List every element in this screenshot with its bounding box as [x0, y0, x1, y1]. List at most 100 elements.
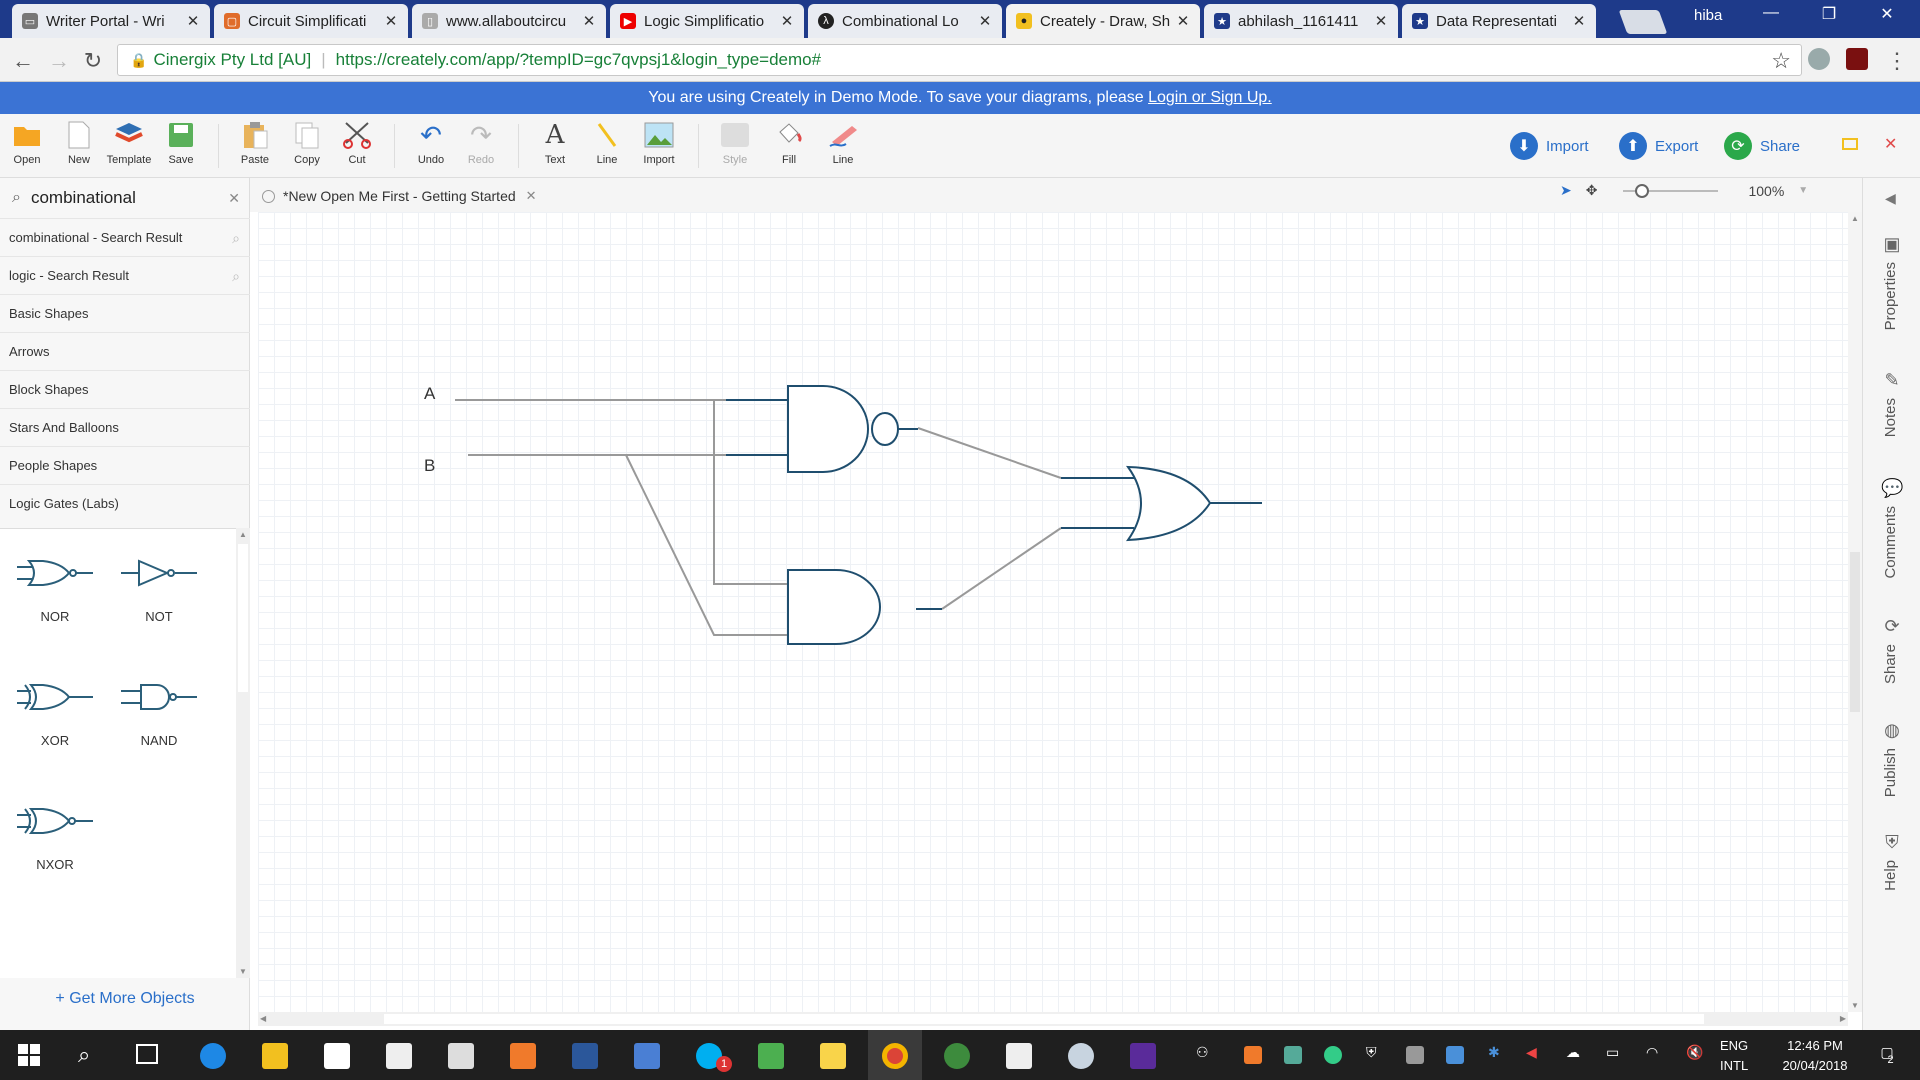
save-button[interactable]: Save: [158, 120, 204, 166]
chrome-icon[interactable]: [882, 1043, 908, 1069]
import-button[interactable]: ⬇ Import: [1510, 132, 1589, 160]
paste-button[interactable]: Paste: [232, 120, 278, 166]
browser-tab[interactable]: ▢ Circuit Simplificati ✕: [214, 4, 408, 38]
new-button[interactable]: New: [56, 120, 102, 166]
browser-tab[interactable]: ▭ Writer Portal - Wri ✕: [12, 4, 210, 38]
palette-scroll-thumb[interactable]: [238, 544, 248, 692]
library-item-basic-shapes[interactable]: Basic Shapes: [0, 294, 250, 332]
close-icon[interactable]: ✕: [978, 12, 992, 30]
export-button[interactable]: ⬆ Export: [1619, 132, 1698, 160]
chevron-down-icon[interactable]: ▼: [1798, 185, 1808, 196]
reload-icon[interactable]: ↻: [78, 48, 108, 74]
browser-tab[interactable]: λ Combinational Lo ✕: [808, 4, 1002, 38]
collapse-rail-icon[interactable]: ◀: [1885, 190, 1896, 207]
new-tab-button[interactable]: [1618, 10, 1668, 34]
wifi-icon[interactable]: ◠: [1646, 1044, 1658, 1061]
mail-icon[interactable]: [386, 1043, 412, 1069]
restore-icon[interactable]: ❐: [1804, 4, 1854, 24]
fill-button[interactable]: Fill: [766, 120, 812, 166]
browser-tab-active[interactable]: ● Creately - Draw, Sh ✕: [1006, 4, 1200, 38]
close-icon[interactable]: ✕: [1176, 12, 1190, 30]
library-item-logic-gates[interactable]: Logic Gates (Labs): [0, 484, 250, 522]
search-icon[interactable]: ⌕: [78, 1042, 90, 1068]
not-gate-shape[interactable]: NOT: [114, 555, 204, 624]
undo-button[interactable]: ↶ Undo: [408, 120, 454, 167]
zoom-level[interactable]: 100%: [1748, 183, 1784, 199]
close-icon[interactable]: ✕: [384, 12, 398, 30]
share-button[interactable]: ⟳ Share: [1724, 132, 1800, 160]
action-center-icon[interactable]: ▢2: [1870, 1044, 1910, 1066]
import-image-button[interactable]: Import: [636, 120, 682, 166]
cut-button[interactable]: Cut: [334, 120, 380, 166]
store-icon[interactable]: [324, 1043, 350, 1069]
minimize-icon[interactable]: —: [1746, 4, 1796, 22]
remote-desktop-icon[interactable]: [634, 1043, 660, 1069]
library-item-block-shapes[interactable]: Block Shapes: [0, 370, 250, 408]
globe-app-icon[interactable]: [944, 1043, 970, 1069]
close-icon[interactable]: ✕: [1572, 12, 1586, 30]
tray-app-icon[interactable]: [1324, 1046, 1342, 1064]
nxor-gate-shape[interactable]: NXOR: [10, 803, 100, 872]
sticky-notes-icon[interactable]: [448, 1043, 474, 1069]
extension-icon[interactable]: [1808, 48, 1830, 70]
style-button[interactable]: Style: [712, 120, 758, 166]
tray-app-icon[interactable]: [1446, 1046, 1464, 1064]
browser-tab[interactable]: ★ abhilash_1161411 ✕: [1204, 4, 1398, 38]
tray-alert-icon[interactable]: ◀: [1526, 1044, 1537, 1061]
scroll-left-icon[interactable]: ◀: [260, 1014, 266, 1023]
close-icon[interactable]: ✕: [1374, 12, 1388, 30]
forward-icon[interactable]: →: [44, 48, 74, 74]
xampp-icon[interactable]: [510, 1043, 536, 1069]
defender-icon[interactable]: ⛨: [1366, 1044, 1377, 1061]
tray-app-icon[interactable]: [1406, 1046, 1424, 1064]
scroll-right-icon[interactable]: ▶: [1840, 1014, 1846, 1023]
get-more-objects-link[interactable]: + Get More Objects: [0, 990, 250, 1008]
canvas-vertical-scrollbar[interactable]: ▲ ▼: [1848, 212, 1862, 1012]
bluetooth-icon[interactable]: ✱: [1488, 1044, 1500, 1061]
close-icon[interactable]: ✕: [526, 188, 537, 204]
zoom-slider[interactable]: [1623, 183, 1719, 198]
library-item-stars-balloons[interactable]: Stars And Balloons: [0, 408, 250, 446]
people-icon[interactable]: ⚇: [1196, 1044, 1209, 1061]
visio-icon[interactable]: [1130, 1043, 1156, 1069]
bookmark-star-icon[interactable]: ☆: [1771, 48, 1791, 74]
and-gate[interactable]: [787, 569, 881, 645]
onedrive-icon[interactable]: ☁: [1566, 1044, 1580, 1061]
rail-comments[interactable]: 💬 Comments: [1863, 478, 1920, 579]
browser-tab[interactable]: ★ Data Representati ✕: [1402, 4, 1596, 38]
scroll-down-icon[interactable]: ▼: [239, 967, 247, 976]
spreadsheet-app-icon[interactable]: [758, 1043, 784, 1069]
line-style-button[interactable]: Line: [820, 120, 866, 166]
close-icon[interactable]: ✕: [582, 12, 596, 30]
url-field[interactable]: 🔒 Cinergix Pty Ltd [AU] | https://create…: [117, 44, 1802, 76]
rail-share[interactable]: ⟳ Share: [1863, 616, 1920, 684]
close-panel-icon[interactable]: ✕: [1884, 134, 1897, 154]
tray-app-icon[interactable]: [1284, 1046, 1302, 1064]
rail-help[interactable]: ⛨ Help: [1863, 832, 1920, 891]
open-button[interactable]: Open: [4, 120, 50, 166]
template-button[interactable]: Template: [106, 120, 152, 166]
or-gate[interactable]: [1125, 465, 1212, 542]
rail-properties[interactable]: ▣ Properties: [1863, 234, 1920, 330]
close-icon[interactable]: ✕: [186, 12, 200, 30]
profile-name[interactable]: hiba: [1694, 7, 1722, 24]
pan-tool-icon[interactable]: ✥: [1586, 182, 1598, 199]
input-label-b[interactable]: B: [424, 456, 435, 476]
canvas-vscroll-thumb[interactable]: [1850, 552, 1860, 712]
library-search[interactable]: ⌕ combinational ✕: [0, 178, 250, 218]
library-item-combinational-search[interactable]: combinational - Search Result ⌕: [0, 218, 250, 256]
scroll-up-icon[interactable]: ▲: [1851, 214, 1859, 223]
search-input[interactable]: combinational: [31, 188, 228, 208]
pointer-tool-icon[interactable]: ➤: [1560, 182, 1572, 199]
scroll-down-icon[interactable]: ▼: [1851, 1001, 1859, 1010]
canvas-horizontal-scrollbar[interactable]: ◀ ▶: [258, 1012, 1848, 1026]
calculator-icon[interactable]: [1006, 1043, 1032, 1069]
nor-gate-shape[interactable]: NOR: [10, 555, 100, 624]
clock[interactable]: 12:46 PM 20/04/2018: [1760, 1036, 1870, 1076]
scroll-up-icon[interactable]: ▲: [239, 530, 247, 539]
library-item-people-shapes[interactable]: People Shapes: [0, 446, 250, 484]
library-item-arrows[interactable]: Arrows: [0, 332, 250, 370]
chat-icon[interactable]: [1842, 138, 1858, 150]
back-icon[interactable]: ←: [8, 48, 38, 74]
clear-search-icon[interactable]: ✕: [228, 190, 240, 207]
